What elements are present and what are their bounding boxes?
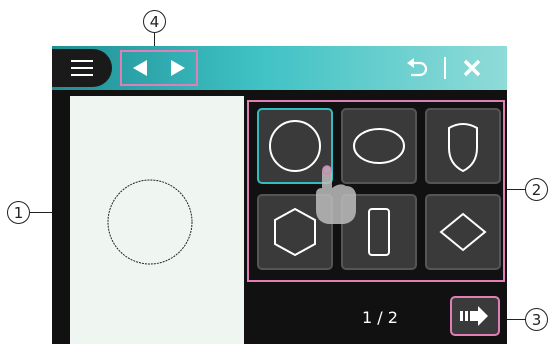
menu-button[interactable] [52,49,112,87]
shape-page-arrows [120,50,198,86]
arrow-right-icon [171,60,185,76]
preview-circle-shape [107,179,193,265]
shape-preview-area [70,96,244,344]
close-button[interactable] [457,46,487,90]
diamond-icon [439,212,487,252]
shape-tile-shield[interactable] [425,108,501,184]
tap-hand-icon [310,164,364,230]
next-step-button[interactable] [450,296,500,336]
callout-1: 1 [7,201,30,224]
prev-page-button[interactable] [126,56,154,80]
hamburger-menu-icon [71,60,93,76]
callout-4: 4 [143,10,166,33]
next-page-button[interactable] [164,56,192,80]
callout-2-leader [505,189,525,191]
undo-button[interactable] [402,46,432,90]
callout-3: 3 [525,308,548,331]
top-toolbar [52,46,507,90]
shape-tile-diamond[interactable] [425,194,501,270]
arrow-left-icon [133,60,147,76]
undo-icon [407,58,428,77]
toolbar-divider [444,57,446,79]
callout-2: 2 [525,178,548,201]
shield-icon [448,123,478,173]
device-screen: 1 / 2 [52,46,507,344]
close-icon [463,59,481,77]
arrow-next-icon [460,306,488,326]
page-indicator: 1 / 2 [362,308,398,327]
shape-selection-grid [247,100,505,282]
